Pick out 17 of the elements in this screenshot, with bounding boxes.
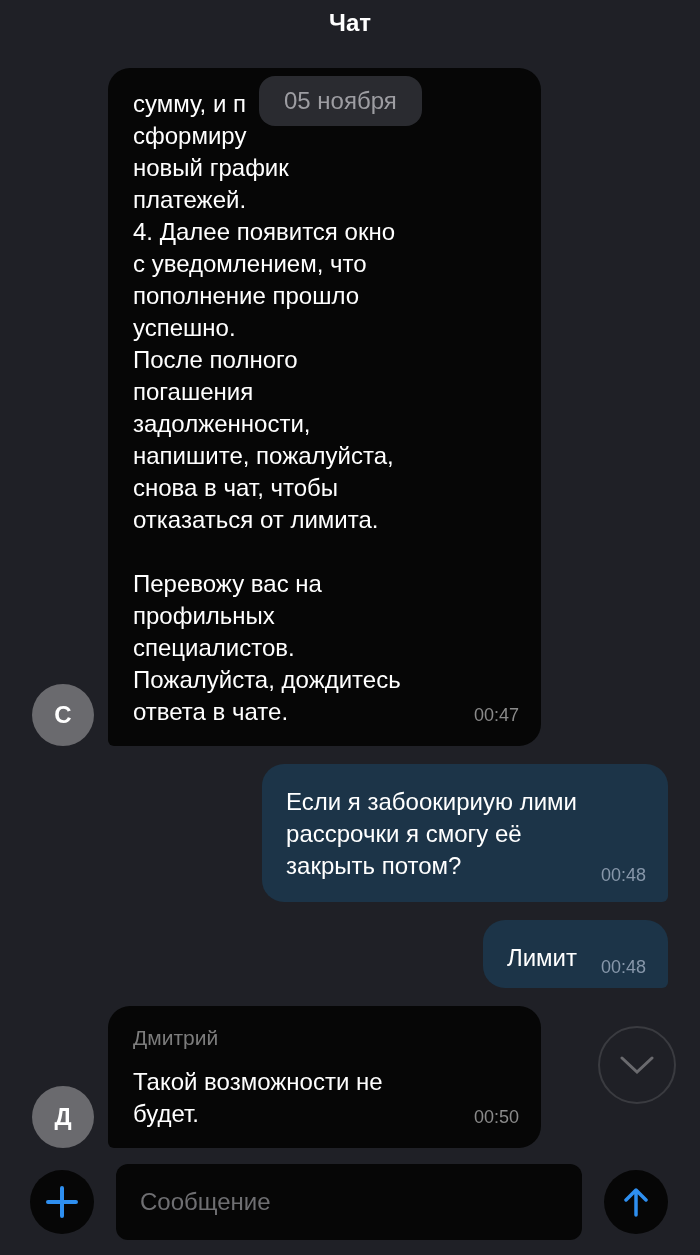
date-separator: 05 ноября [259, 76, 422, 126]
message-time: 00:50 [473, 1107, 519, 1128]
chat-title: Чат [329, 9, 371, 37]
message-time: 00:48 [600, 957, 646, 978]
message-time: 00:48 [600, 865, 646, 886]
message-text: Лимит [506, 943, 577, 973]
message-time: 00:47 [473, 705, 519, 726]
plus-icon [46, 1185, 78, 1218]
avatar: Д [32, 1086, 94, 1148]
arrow-up-icon [624, 1186, 648, 1217]
message-input[interactable]: Сообщение [116, 1163, 582, 1240]
message-text: Такой возможности не будет. [133, 1067, 383, 1129]
sender-name: Дмитрий [133, 1026, 220, 1050]
message-text: Если я забоокириую лими рассрочки я смогу её закрыть потом? [286, 787, 577, 881]
chevron-down-icon [620, 1056, 654, 1074]
avatar: С [32, 684, 94, 746]
message-text: новый график платежей. 4. Далее появится окно с уведомлением, что пополнение прошло успешно. После полного погашения задолженности, напишите, пожалуйста, снова в чат, чтобы отказаться от лимита. Перевожу вас на профильных специалистов. Пожалуйста, дождитесь ответа в чате. [133, 153, 401, 727]
